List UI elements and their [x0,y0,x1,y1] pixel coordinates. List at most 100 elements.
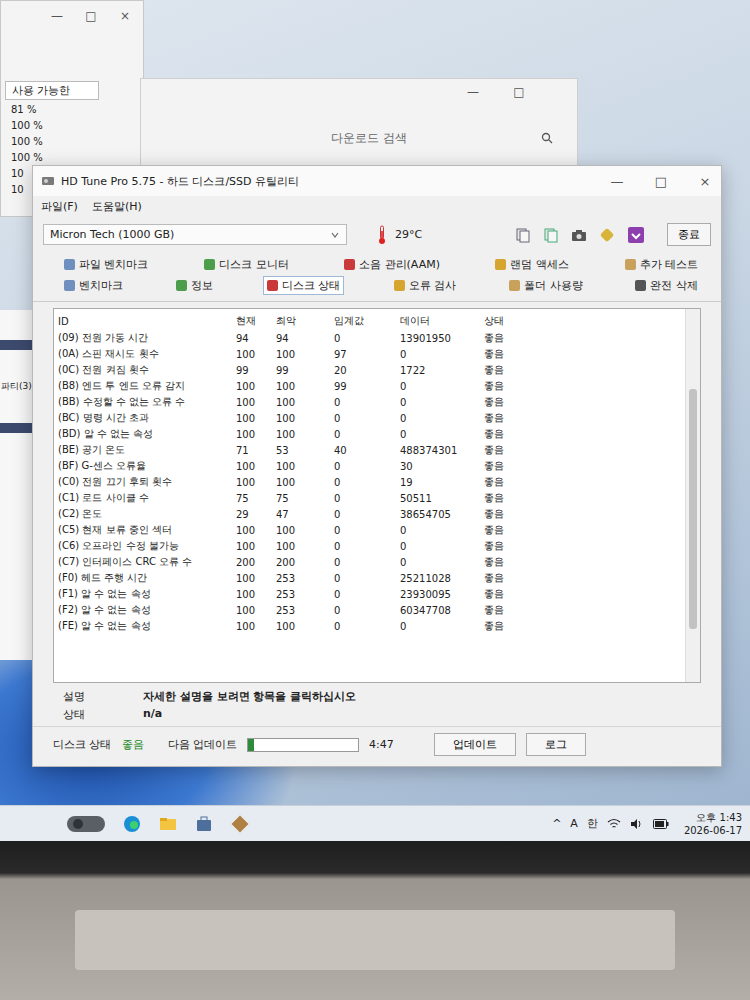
table-row[interactable]: (0A) 스핀 재시도 횟수100100970좋음 [58,346,685,362]
table-row[interactable]: (C2) 온도2947038654705좋음 [58,506,685,522]
camera-icon[interactable] [571,227,587,243]
tab[interactable]: 벤치마크 [61,276,126,295]
table-row[interactable]: (BF) G-센스 오류율100100030좋음 [58,458,685,474]
window-title: HD Tune Pro 5.75 - 하드 디스크/SSD 유틸리티 [61,174,299,189]
search-field[interactable]: 다운로드 검색 [321,125,563,151]
data-value: 1722 [400,365,484,376]
table-row[interactable]: (0C) 전원 켜짐 횟수9999201722좋음 [58,362,685,378]
tab[interactable]: 폴더 사용량 [506,276,586,295]
threshold-value: 0 [334,573,400,584]
tab[interactable]: 랜덤 액세스 [492,256,572,273]
table-row[interactable]: (F1) 알 수 없는 속성100253023930095좋음 [58,586,685,602]
table-row[interactable]: (C7) 인터페이스 CRC 오류 수20020000좋음 [58,554,685,570]
tool-icons [515,226,645,244]
table-row[interactable]: (C0) 전원 끄기 후퇴 횟수100100019좋음 [58,474,685,490]
tab[interactable]: 오류 검사 [391,276,460,295]
status-value: 좋음 [484,443,685,457]
data-value: 25211028 [400,573,484,584]
window-control[interactable]: — [49,9,65,23]
attribute-id: (C2) 온도 [58,507,236,521]
column-header[interactable]: 사용 가능한 [5,81,99,100]
window-control[interactable]: — [465,85,481,99]
data-value: 0 [400,429,484,440]
exit-button[interactable]: 종료 [667,223,711,246]
column-header[interactable]: 상태 [484,314,685,328]
table-row[interactable]: (F2) 알 수 없는 속성100253060347708좋음 [58,602,685,618]
threshold-value: 40 [334,445,400,456]
current-value: 100 [236,349,276,360]
tab[interactable]: 완전 삭제 [632,276,701,295]
table-row[interactable]: (BC) 명령 시간 초과10010000좋음 [58,410,685,426]
tray-item[interactable]: A [570,817,578,830]
current-value: 100 [236,573,276,584]
window-control[interactable]: × [697,174,713,189]
threshold-value: 0 [334,397,400,408]
attribute-id: (F2) 알 수 없는 속성 [58,603,236,617]
tab[interactable]: 추가 테스트 [622,256,702,273]
table-row[interactable]: (B8) 엔드 투 엔드 오류 감지100100990좋음 [58,378,685,394]
current-value: 100 [236,605,276,616]
search-icon[interactable] [541,132,553,144]
data-value: 50511 [400,493,484,504]
store-icon[interactable] [194,814,214,834]
attribute-id: (FE) 알 수 없는 속성 [58,619,236,633]
edge-icon[interactable] [122,814,142,834]
tab[interactable]: 정보 [173,276,216,295]
status-value: 좋음 [484,619,685,633]
widgets-icon[interactable] [66,813,106,835]
tab[interactable]: 디스크 모니터 [201,256,292,273]
status-button[interactable]: 업데이트 [434,733,516,756]
attribute-id: (C6) 오프라인 수정 불가능 [58,539,236,553]
threshold-value: 0 [334,605,400,616]
window-control[interactable]: — [609,174,625,189]
tab[interactable]: 소음 관리(AAM) [341,256,443,273]
table-row[interactable]: (BB) 수정할 수 없는 오류 수10010000좋음 [58,394,685,410]
table-row[interactable]: (FE) 알 수 없는 속성10010000좋음 [58,618,685,634]
column-header[interactable]: 현재 [236,314,276,328]
column-header[interactable]: 최악 [276,314,334,328]
worst-value: 100 [276,621,334,632]
table-row[interactable]: (C1) 로드 사이클 수7575050511좋음 [58,490,685,506]
threshold-value: 20 [334,365,400,376]
save-icon[interactable] [627,226,645,244]
attribute-id: (BB) 수정할 수 없는 오류 수 [58,395,236,409]
title-bar: —□ [141,79,577,105]
table-row[interactable]: (BE) 공기 온도715340488374301좋음 [58,442,685,458]
table-row[interactable]: (BD) 알 수 없는 속성10010000좋음 [58,426,685,442]
tab[interactable]: 디스크 상태 [263,276,345,295]
column-header[interactable]: 임계값 [334,314,400,328]
copy-all-icon[interactable] [543,227,559,243]
scrollbar[interactable] [685,309,700,682]
window-control[interactable]: □ [653,174,669,189]
options-icon[interactable] [599,227,615,243]
battery-icon[interactable] [653,819,669,829]
scroll-thumb[interactable] [689,389,697,629]
wifi-icon[interactable] [607,818,621,830]
next-update-label: 다음 업데이트 [168,737,238,752]
window-control[interactable]: □ [511,85,527,99]
tray-item[interactable]: 한 [587,816,598,831]
attribute-id: (C1) 로드 사이클 수 [58,491,236,505]
column-header[interactable]: ID [58,316,236,327]
column-header[interactable]: 데이터 [400,314,484,328]
tab[interactable]: 파일 벤치마크 [61,256,152,273]
tray-item[interactable]: ^ [552,817,561,830]
speaker-icon[interactable] [630,818,644,830]
table-row[interactable]: (F0) 헤드 주행 시간100253025211028좋음 [58,570,685,586]
clock[interactable]: 오후 1:432026-06-17 [684,811,742,837]
window-control[interactable]: × [117,9,133,23]
table-row[interactable]: (C5) 현재 보류 중인 섹터10010000좋음 [58,522,685,538]
drive-select[interactable]: Micron Tech (1000 GB) [43,224,347,245]
disk-status-value: 좋음 [122,737,144,752]
window-control[interactable]: □ [83,9,99,23]
folder-icon[interactable] [158,814,178,834]
menu-item[interactable]: 파일(F) [41,199,78,214]
table-row[interactable]: (C6) 오프라인 수정 불가능10010000좋음 [58,538,685,554]
hdtune-taskbar-icon[interactable] [230,814,250,834]
menu-item[interactable]: 도움말(H) [92,199,142,214]
table-row[interactable]: (09) 전원 가동 시간9494013901950좋음 [58,330,685,346]
copy-icon[interactable] [515,227,531,243]
attribute-id: (BF) G-센스 오류율 [58,459,236,473]
status-button[interactable]: 로그 [526,733,586,756]
current-value: 100 [236,589,276,600]
